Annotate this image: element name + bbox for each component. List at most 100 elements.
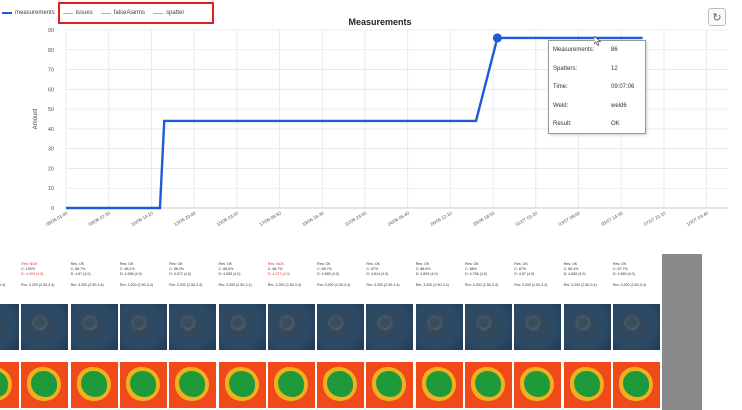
heatmap-weld-area <box>179 371 206 397</box>
legend-label: measurements <box>15 10 55 16</box>
weld-photo-thumbnail[interactable] <box>70 304 118 350</box>
y-axis-label: Amount <box>33 108 39 129</box>
weld-heatmap-thumbnail[interactable] <box>218 362 266 408</box>
weld-spot <box>232 318 243 328</box>
weld-info: Res: OK C: 87.7% D: 4.659 (4.0) Rm: 3.200 (… <box>613 262 660 288</box>
weld-photo-thumbnail[interactable] <box>267 304 315 350</box>
tooltip-value: weld6 <box>611 102 627 109</box>
legend-item-measurements[interactable]: measurements <box>2 10 55 16</box>
x-tick-label: 07/07 21:10 <box>643 210 667 227</box>
weld-photo-thumbnail[interactable] <box>514 304 562 350</box>
tooltip-value: 09:07:06 <box>611 84 635 90</box>
weld-heatmap-thumbnail[interactable] <box>119 362 167 408</box>
tooltip-value: 86 <box>611 47 618 53</box>
weld-info-rm: Rm: 3.200 (2.50-3.4) <box>366 282 400 287</box>
x-tick-label: 15/06 03:20 <box>216 210 240 227</box>
weld-result-card[interactable]: Res: OK C: 87% D: 4.87 (4.0) Rm: 3.200 (2.5… <box>514 254 562 410</box>
heatmap-weld-area <box>327 371 354 397</box>
weld-photo-thumbnail[interactable] <box>0 304 19 350</box>
weld-info: Res: NOK C: 100% D: 4.200 (4.0) Rm: 3.200 (… <box>21 262 68 288</box>
weld-photo-thumbnail[interactable] <box>465 304 512 350</box>
heatmap-weld-area <box>622 371 649 397</box>
mouse-cursor-icon <box>594 36 602 46</box>
weld-result-card[interactable]: Res: NOK C: 88.7% D: 4.227 (4.0) Rm: 3.200 … <box>267 254 315 410</box>
weld-heatmap-thumbnail[interactable] <box>415 362 463 408</box>
weld-heatmap-thumbnail[interactable] <box>465 362 512 408</box>
weld-result-card[interactable]: Res: NOK C: 100% D: 4.200 (4.0) Rm: 3.200 (… <box>21 254 69 410</box>
legend-item-falsealarms[interactable]: falseAlarms <box>100 10 145 16</box>
legend-item-spatter[interactable]: spatter <box>153 10 184 16</box>
weld-result-card[interactable]: Res: OK C: 88% D: 4.756 (4.0) Rm: 3.200 (2.… <box>465 254 512 410</box>
tooltip-key: Result: <box>553 121 572 127</box>
weld-photo-thumbnail[interactable] <box>563 304 611 350</box>
weld-info-rm: Rm: 3.200 (2.50-3.4) <box>514 282 548 287</box>
weld-photo-thumbnail[interactable] <box>218 304 266 350</box>
weld-info-rm: Rm: 3.200 (2.50-3.4) <box>612 282 647 287</box>
weld-info: Res: OK C: 87% D: 4.814 (4.0) Rm: 3.200 (2.… <box>366 262 413 288</box>
weld-photo-thumbnail[interactable] <box>169 304 217 350</box>
heatmap-weld-area <box>573 371 600 397</box>
x-tick-label: 01/07 01:20 <box>515 210 539 227</box>
weld-photo-thumbnail[interactable] <box>21 304 69 350</box>
weld-result-card[interactable]: Res: OKC: 86.2%D: 4.750 (4.0)Rm: 3.200 (… <box>0 254 19 410</box>
legend-item-issues[interactable]: issues <box>62 10 93 16</box>
weld-result-card[interactable]: Res: OK C: 88.2% D: 4.572 (4.0) Rm: 3.200 (… <box>169 254 217 410</box>
legend-swatch <box>62 12 73 14</box>
weld-heatmap-thumbnail[interactable] <box>169 362 217 408</box>
refresh-button[interactable]: ↻ <box>708 8 726 26</box>
weld-result-card[interactable]: Res: OK C: 88.4% D: 4.665 (4.0) Rm: 3.200 (… <box>563 254 611 410</box>
weld-heatmap-thumbnail[interactable] <box>563 362 611 408</box>
weld-info-d: D: 4.609 (4.0) <box>415 272 438 277</box>
x-tick-label: 21/06 23:00 <box>344 210 368 227</box>
weld-info-rm: Rm: 3.200 (2.50-3.4) <box>218 282 252 287</box>
weld-spot <box>331 318 342 328</box>
y-tick-label: 80 <box>48 48 54 54</box>
weld-result-card[interactable]: Res: OK C: 88.8% D: 4.609 (4.0) Rm: 3.200 (… <box>415 254 463 410</box>
tooltip-key: Measurements: <box>553 47 595 53</box>
y-tick-label: 40 <box>48 127 54 133</box>
weld-result-card-partial[interactable] <box>662 254 703 410</box>
weld-result-card[interactable]: Res: OK C: 87.7% D: 4.659 (4.0) Rm: 3.200 (… <box>612 254 660 410</box>
weld-heatmap-thumbnail[interactable] <box>70 362 118 408</box>
weld-heatmap-thumbnail[interactable] <box>366 362 414 408</box>
weld-spot <box>479 318 489 328</box>
weld-heatmap-thumbnail[interactable] <box>317 362 365 408</box>
weld-result-card[interactable]: Res: OK C: 88.6% D: 4.559 (4.0) Rm: 3.200 (… <box>218 254 266 410</box>
weld-result-card[interactable]: Res: OK C: 88.7% D: 4.655 (4.0) Rm: 3.200 (… <box>317 254 365 410</box>
weld-info-d: D: 4.659 (4.0) <box>612 272 635 277</box>
x-tick-label: 28/06 18:50 <box>472 210 496 227</box>
weld-spot <box>626 318 637 328</box>
hover-point-marker <box>492 33 502 43</box>
chart-title: Measurements <box>348 17 411 27</box>
heatmap-weld-area <box>475 371 501 397</box>
weld-info: Res: OK C: 88.7% D: 4.87 (4.0) Rm: 3.200 (2… <box>71 262 118 288</box>
weld-heatmap-thumbnail[interactable] <box>612 362 660 408</box>
heatmap-weld-area <box>228 371 255 397</box>
weld-heatmap-thumbnail[interactable] <box>0 362 19 408</box>
weld-photo-thumbnail[interactable] <box>317 304 365 350</box>
tooltip-value: OK <box>611 121 620 127</box>
weld-heatmap-thumbnail[interactable] <box>267 362 315 408</box>
tooltip-row: Measurements: 86 <box>553 47 641 57</box>
y-tick-label: 30 <box>48 147 54 153</box>
legend-swatch <box>100 12 111 14</box>
heatmap-weld-area <box>31 371 58 397</box>
weld-info-rm: Rm: 3.200 (2.50-3.4) <box>70 282 104 287</box>
weld-result-card[interactable]: Res: OK C: 88.7% D: 4.87 (4.0) Rm: 3.200 (2… <box>70 254 118 410</box>
weld-photo-thumbnail[interactable] <box>612 304 660 350</box>
weld-heatmap-thumbnail[interactable] <box>21 362 69 408</box>
weld-info: Res: OK C: 88.8% D: 4.609 (4.0) Rm: 3.200 (… <box>416 262 463 288</box>
weld-result-card[interactable]: Res: OK C: 87% D: 4.814 (4.0) Rm: 3.200 (2.… <box>366 254 414 410</box>
weld-photo-thumbnail[interactable] <box>366 304 414 350</box>
weld-photo-thumbnail[interactable] <box>415 304 463 350</box>
weld-heatmap-thumbnail[interactable] <box>514 362 562 408</box>
weld-photo-thumbnail[interactable] <box>119 304 167 350</box>
weld-info-rm: Rm: 3.200 (2.50-3.4) <box>0 282 6 287</box>
x-tick-label: 13/06 20:40 <box>173 210 197 227</box>
x-tick-label: 03/07 08:00 <box>557 210 581 227</box>
heatmap-weld-area <box>80 371 107 397</box>
weld-result-card[interactable]: Res: OK C: 88.1% D: 4.558 (4.0) Rm: 3.200 (… <box>119 254 167 410</box>
weld-info-rm: Rm: 3.200 (2.50-3.4) <box>317 282 351 287</box>
weld-spot <box>35 318 46 328</box>
weld-info-d: D: 4.750 (4.0) <box>0 272 19 277</box>
